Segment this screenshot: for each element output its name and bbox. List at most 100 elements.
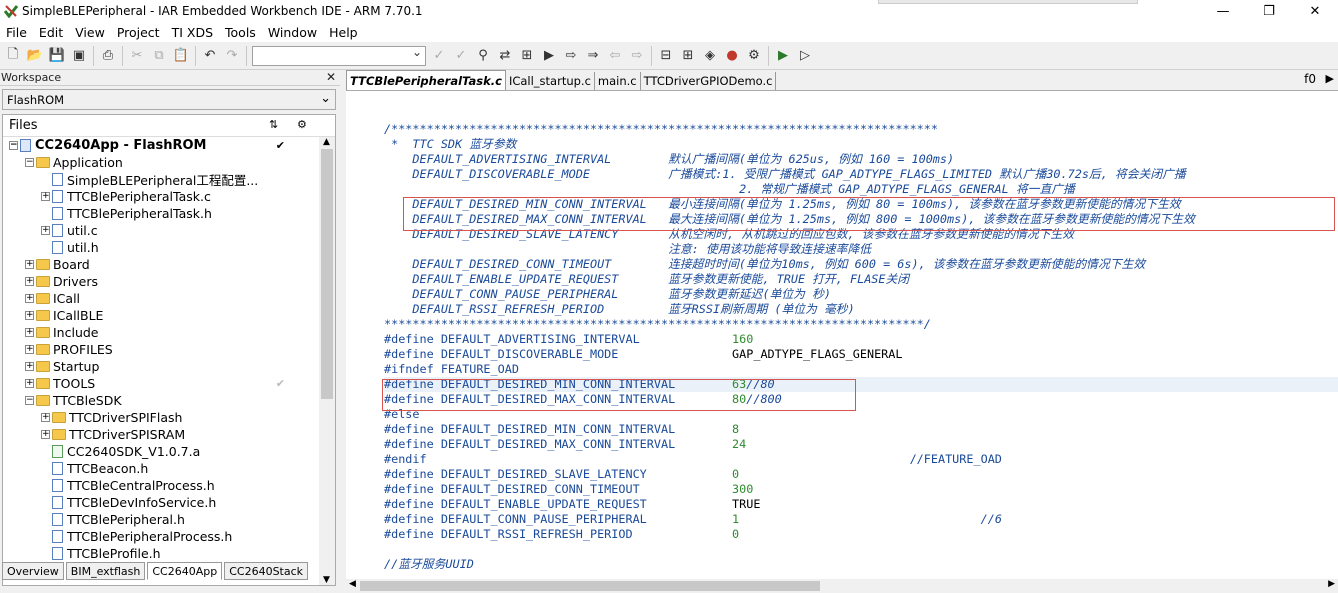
scroll-thumb[interactable] bbox=[321, 149, 333, 399]
open-folder-icon[interactable]: 📂 bbox=[25, 46, 45, 66]
breakpoint-icon[interactable]: ● bbox=[722, 46, 742, 66]
maximize-button[interactable]: ❐ bbox=[1246, 0, 1292, 22]
make-icon[interactable]: ⊞ bbox=[678, 46, 698, 66]
navigate-forward2-icon[interactable]: ⇨ bbox=[627, 46, 647, 66]
tree-item[interactable]: + TTCDriverSPISRAM bbox=[3, 426, 321, 443]
paste-icon[interactable]: 📋 bbox=[171, 46, 191, 66]
find-prev-icon[interactable]: ✓ bbox=[451, 46, 471, 66]
replace-icon[interactable]: ⇄ bbox=[495, 46, 515, 66]
collapse-icon[interactable]: − bbox=[9, 141, 18, 150]
function-navigator[interactable]: f0 bbox=[1304, 72, 1316, 86]
tree-item[interactable]: + TTCBlePeripheralTask.c bbox=[3, 188, 321, 205]
tree-item[interactable]: + ICallBLE bbox=[3, 307, 321, 324]
workspace-tab[interactable]: Overview bbox=[2, 562, 64, 580]
tree-item[interactable]: + Drivers bbox=[3, 273, 321, 290]
horizontal-scrollbar[interactable]: ◀ ▶ bbox=[346, 579, 1338, 593]
tree-item[interactable]: − TTCBleSDK bbox=[3, 392, 321, 409]
debug-options-icon[interactable]: ⚙ bbox=[744, 46, 764, 66]
configuration-select[interactable]: FlashROM ⌄ bbox=[2, 89, 336, 110]
tree-item[interactable]: TTCBlePeripheralTask.h bbox=[3, 205, 321, 222]
expand-icon[interactable]: + bbox=[41, 430, 50, 439]
find-in-files-icon[interactable]: ⚲ bbox=[473, 46, 493, 66]
navigate-back-icon[interactable]: ⇦ bbox=[605, 46, 625, 66]
options-icon[interactable]: ⚙ bbox=[297, 118, 307, 131]
editor-tab[interactable]: main.c bbox=[595, 72, 641, 90]
tree-scrollbar[interactable]: ▲ ▼ bbox=[319, 137, 335, 585]
expand-icon[interactable]: + bbox=[41, 413, 50, 422]
tree-item[interactable]: + Startup bbox=[3, 358, 321, 375]
workspace-tab[interactable]: CC2640Stack bbox=[224, 562, 309, 580]
find-next-icon[interactable]: ✓ bbox=[429, 46, 449, 66]
tree-item[interactable]: CC2640SDK_V1.0.7.a bbox=[3, 443, 321, 460]
navigate-forward-icon[interactable]: ⇒ bbox=[583, 46, 603, 66]
expand-icon[interactable]: + bbox=[25, 260, 34, 269]
expand-icon[interactable]: + bbox=[41, 226, 50, 235]
tree-item[interactable]: + Include bbox=[3, 324, 321, 341]
tree-item[interactable]: TTCBleDevInfoService.h bbox=[3, 494, 321, 511]
tree-item[interactable]: − CC2640App - FlashROM ✔ bbox=[3, 137, 321, 154]
menu-help[interactable]: Help bbox=[323, 25, 364, 40]
tree-item[interactable]: − Application bbox=[3, 154, 321, 171]
build-status-icon[interactable]: ⇅ bbox=[269, 118, 278, 131]
scroll-left-icon[interactable]: ◀ bbox=[349, 579, 356, 589]
tree-item[interactable]: TTCBleProfile.h bbox=[3, 545, 321, 562]
tree-item[interactable]: TTCBeacon.h bbox=[3, 460, 321, 477]
close-icon[interactable]: ✕ bbox=[326, 70, 336, 84]
save-icon[interactable]: 💾 bbox=[47, 46, 67, 66]
redo-icon[interactable]: ↷ bbox=[222, 46, 242, 66]
hscroll-thumb[interactable] bbox=[360, 581, 820, 591]
expand-icon[interactable]: + bbox=[25, 311, 34, 320]
collapse-icon[interactable]: − bbox=[25, 396, 34, 405]
next-bookmark-icon[interactable]: ⇨ bbox=[561, 46, 581, 66]
toggle-bookmark-icon[interactable]: ▶ bbox=[539, 46, 559, 66]
tree-item[interactable]: + util.c bbox=[3, 222, 321, 239]
menu-view[interactable]: View bbox=[69, 25, 111, 40]
cut-icon[interactable]: ✂ bbox=[127, 46, 147, 66]
tree-item[interactable]: + ICall bbox=[3, 290, 321, 307]
workspace-tab[interactable]: CC2640App bbox=[147, 562, 223, 580]
expand-icon[interactable]: + bbox=[25, 294, 34, 303]
scroll-up-icon[interactable]: ▲ bbox=[323, 137, 330, 147]
menu-file[interactable]: File bbox=[0, 25, 33, 40]
minimize-button[interactable]: — bbox=[1200, 0, 1246, 22]
download-debug-icon[interactable]: ▶ bbox=[773, 46, 793, 66]
expand-icon[interactable]: + bbox=[25, 277, 34, 286]
collapse-icon[interactable]: − bbox=[25, 158, 34, 167]
expand-icon[interactable]: + bbox=[25, 328, 34, 337]
print-icon[interactable]: ⎙ bbox=[98, 46, 118, 66]
tree-item[interactable]: + Board bbox=[3, 256, 321, 273]
editor-tab[interactable]: TTCDriverGPIODemo.c bbox=[641, 72, 777, 90]
expand-icon[interactable]: + bbox=[25, 345, 34, 354]
menu-ti-xds[interactable]: TI XDS bbox=[166, 25, 219, 40]
tree-item[interactable]: TTCBlePeripheralProcess.h bbox=[3, 528, 321, 545]
compile-icon[interactable]: ⊟ bbox=[656, 46, 676, 66]
tree-item[interactable]: + TOOLS ✔ bbox=[3, 375, 321, 392]
goto-icon[interactable]: ⊞ bbox=[517, 46, 537, 66]
menu-edit[interactable]: Edit bbox=[33, 25, 69, 40]
menu-project[interactable]: Project bbox=[111, 25, 166, 40]
tree-item[interactable]: + PROFILES bbox=[3, 341, 321, 358]
tree-item[interactable]: TTCBlePeripheral.h bbox=[3, 511, 321, 528]
copy-icon[interactable]: ⧉ bbox=[149, 46, 169, 66]
debug-without-download-icon[interactable]: ▷ bbox=[795, 46, 815, 66]
save-all-icon[interactable]: ▣ bbox=[69, 46, 89, 66]
close-button[interactable]: ✕ bbox=[1292, 0, 1338, 22]
editor-tab[interactable]: TTCBlePeripheralTask.c bbox=[346, 70, 506, 90]
workspace-tab[interactable]: BIM_extflash bbox=[65, 562, 146, 580]
tree-item[interactable]: TTCBleCentralProcess.h bbox=[3, 477, 321, 494]
stop-build-icon[interactable]: ◈ bbox=[700, 46, 720, 66]
expand-icon[interactable]: + bbox=[41, 192, 50, 201]
tree-item[interactable]: util.h bbox=[3, 239, 321, 256]
tree-item[interactable]: SimpleBLEPeripheral工程配置... bbox=[3, 171, 321, 188]
new-file-icon[interactable]: 🗋 bbox=[3, 46, 23, 66]
expand-icon[interactable]: + bbox=[25, 379, 34, 388]
scroll-right-icon[interactable]: ▶ bbox=[1328, 579, 1335, 589]
code-area[interactable]: /***************************************… bbox=[384, 92, 1338, 580]
chevron-right-icon[interactable]: ▶ bbox=[1326, 72, 1334, 85]
scroll-down-icon[interactable]: ▼ bbox=[323, 575, 330, 585]
tree-item[interactable]: + TTCDriverSPIFlash bbox=[3, 409, 321, 426]
undo-icon[interactable]: ↶ bbox=[200, 46, 220, 66]
find-combo[interactable] bbox=[252, 45, 426, 66]
menu-window[interactable]: Window bbox=[262, 25, 323, 40]
editor-tab[interactable]: ICall_startup.c bbox=[506, 72, 595, 90]
